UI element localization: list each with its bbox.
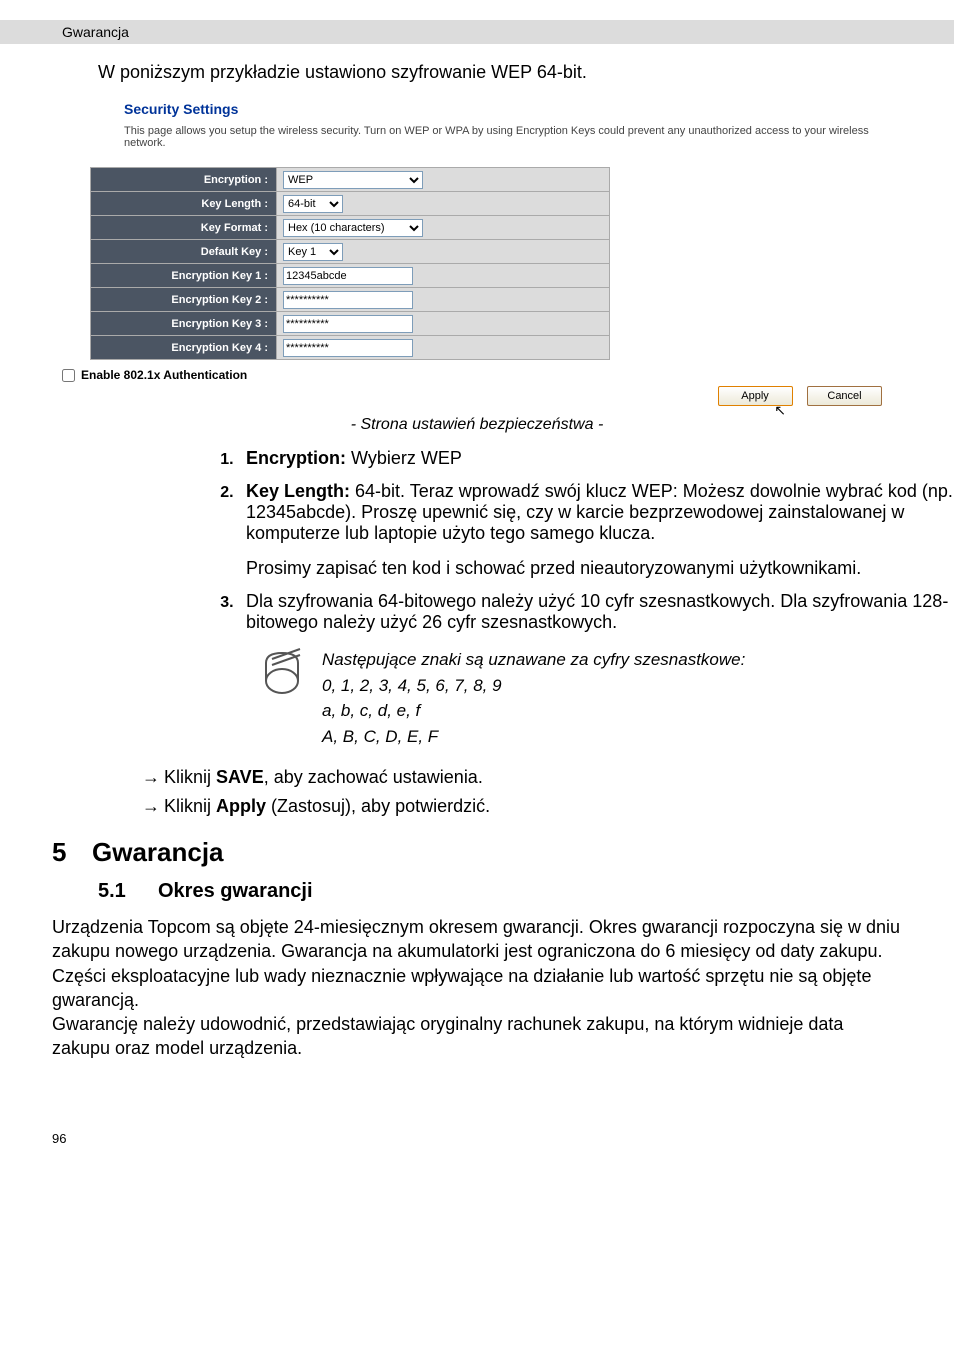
- section-5-heading: 5Gwarancja: [52, 837, 954, 868]
- intro-text: W poniższym przykładzie ustawiono szyfro…: [98, 62, 954, 83]
- running-header: Gwarancja: [0, 20, 954, 44]
- step-2: Key Length: 64-bit. Teraz wprowadź swój …: [238, 481, 954, 579]
- note-icon: [260, 647, 304, 700]
- ek4-label: Encryption Key 4 :: [91, 336, 277, 360]
- steps-list: Encryption: Wybierz WEP Key Length: 64-b…: [210, 448, 954, 633]
- encryption-key-3-input[interactable]: [283, 315, 413, 333]
- encryption-key-1-input[interactable]: [283, 267, 413, 285]
- keyformat-select[interactable]: Hex (10 characters): [283, 219, 423, 237]
- keylength-select[interactable]: 64-bit: [283, 195, 343, 213]
- defaultkey-select[interactable]: Key 1: [283, 243, 343, 261]
- encryption-key-4-input[interactable]: [283, 339, 413, 357]
- keyformat-label: Key Format :: [91, 216, 277, 240]
- arrow-icon: →: [142, 796, 160, 816]
- step-1: Encryption: Wybierz WEP: [238, 448, 954, 469]
- ek3-label: Encryption Key 3 :: [91, 312, 277, 336]
- cancel-button[interactable]: Cancel: [807, 386, 882, 406]
- note-block: Następujące znaki są uznawane za cyfry s…: [260, 647, 954, 749]
- figure-caption: - Strona ustawień bezpieczeństwa -: [0, 416, 954, 434]
- page-number: 96: [52, 1131, 954, 1146]
- note-line-1: Następujące znaki są uznawane za cyfry s…: [322, 647, 745, 673]
- section-5-1-body: Urządzenia Topcom są objęte 24-miesięczn…: [52, 915, 904, 1061]
- section-5-1-heading: 5.1Okres gwarancji: [98, 880, 954, 903]
- note-line-4: A, B, C, D, E, F: [322, 724, 745, 750]
- ek2-label: Encryption Key 2 :: [91, 288, 277, 312]
- cursor-icon: ↖: [774, 402, 786, 419]
- security-form-table: Encryption : WEP Key Length : 64-bit Key…: [90, 167, 610, 360]
- encryption-select[interactable]: WEP: [283, 171, 423, 189]
- arrow-icon: →: [142, 767, 160, 787]
- security-settings-description: This page allows you setup the wireless …: [124, 125, 882, 149]
- enable-8021x-label: Enable 802.1x Authentication: [81, 368, 247, 382]
- step-3: Dla szyfrowania 64-bitowego należy użyć …: [238, 591, 954, 633]
- encryption-label: Encryption :: [91, 168, 277, 192]
- encryption-key-2-input[interactable]: [283, 291, 413, 309]
- defaultkey-label: Default Key :: [91, 240, 277, 264]
- ek1-label: Encryption Key 1 :: [91, 264, 277, 288]
- arrow-instruction-1: →Kliknij SAVE, aby zachować ustawienia.: [142, 767, 954, 788]
- keylength-label: Key Length :: [91, 192, 277, 216]
- step-2-sub: Prosimy zapisać ten kod i schować przed …: [246, 558, 954, 579]
- note-line-3: a, b, c, d, e, f: [322, 698, 745, 724]
- note-line-2: 0, 1, 2, 3, 4, 5, 6, 7, 8, 9: [322, 673, 745, 699]
- arrow-instruction-2: →Kliknij Apply (Zastosuj), aby potwierdz…: [142, 796, 954, 817]
- security-settings-heading: Security Settings: [124, 101, 882, 117]
- enable-8021x-checkbox[interactable]: [62, 369, 75, 382]
